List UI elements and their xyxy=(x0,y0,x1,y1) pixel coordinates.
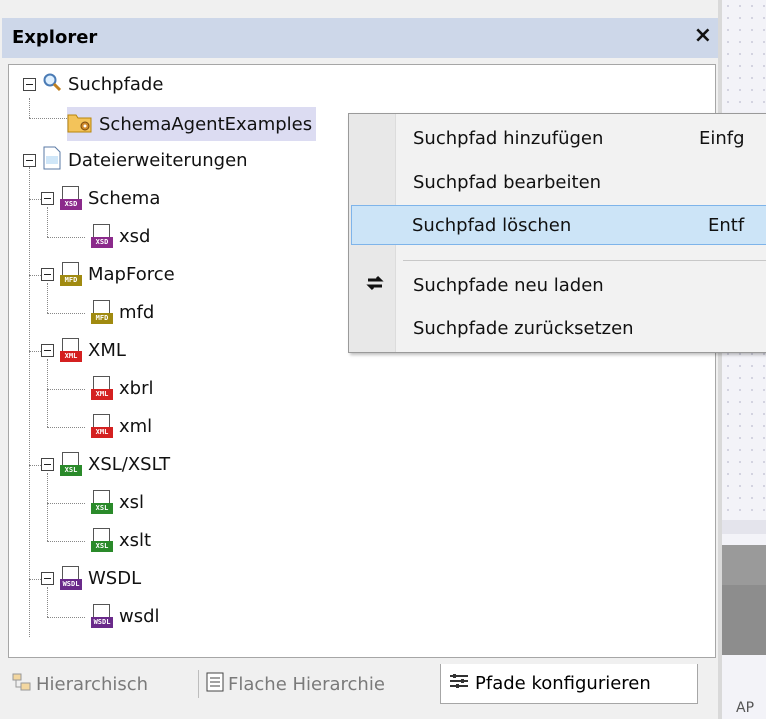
editor-band-dark xyxy=(722,545,766,585)
tree-node-file-extensions[interactable]: Dateierweiterungen xyxy=(23,145,248,175)
explorer-panel: Explorer × Suchpfade SchemaAgentExamples… xyxy=(0,0,722,719)
xml-file-icon: XML xyxy=(60,338,82,362)
tree-node-xbrl[interactable]: XML xbrl xyxy=(91,373,153,403)
menu-separator xyxy=(403,260,766,261)
collapse-toggle[interactable] xyxy=(41,457,54,471)
tree-node-xml[interactable]: XML xml xyxy=(91,411,152,441)
menu-item-reset-paths[interactable]: Suchpfade zurücksetzen xyxy=(351,308,766,348)
tab-configure-paths[interactable]: Pfade konfigurieren xyxy=(440,664,698,704)
collapse-toggle[interactable] xyxy=(41,267,54,281)
mfd-file-icon: MFD xyxy=(91,300,113,324)
editor-band-darker xyxy=(722,585,766,655)
collapse-toggle[interactable] xyxy=(23,153,36,167)
explorer-tabs: Hierarchisch Flache Hierarchie Pfade kon… xyxy=(8,664,714,704)
tab-flat-hierarchy[interactable]: Flache Hierarchie xyxy=(206,664,434,704)
wsdl-file-icon: WSDL xyxy=(60,566,82,590)
tree-node-schema[interactable]: XSD Schema xyxy=(41,183,160,213)
settings-sliders-icon xyxy=(449,673,469,694)
editor-band xyxy=(722,520,766,534)
wsdl-file-icon: WSDL xyxy=(91,604,113,628)
mfd-file-icon: MFD xyxy=(60,262,82,286)
xml-file-icon: XML xyxy=(91,376,113,400)
tree-node-schema-agent-examples[interactable]: SchemaAgentExamples xyxy=(67,107,317,141)
collapse-toggle[interactable] xyxy=(41,343,54,357)
tab-separator xyxy=(198,670,199,698)
reload-icon xyxy=(365,273,385,297)
xsl-file-icon: XSL xyxy=(91,490,113,514)
xsl-file-icon: XSL xyxy=(91,528,113,552)
menu-item-delete-path[interactable]: Suchpfad löschen Entf xyxy=(351,205,766,245)
tree-node-xsl-group[interactable]: XSL XSL/XSLT xyxy=(41,449,170,479)
folder-gear-icon xyxy=(67,111,93,138)
list-icon xyxy=(206,672,224,697)
tree-node-wsdl[interactable]: WSDL wsdl xyxy=(91,601,160,631)
collapse-toggle[interactable] xyxy=(41,191,54,205)
xsd-file-icon: XSD xyxy=(60,186,82,210)
explorer-title: Explorer xyxy=(12,27,98,48)
editor-tab-label[interactable]: AP xyxy=(736,700,754,716)
menu-item-edit-path[interactable]: Suchpfad bearbeiten xyxy=(351,162,766,202)
tree-node-xsd[interactable]: XSD xsd xyxy=(91,221,150,251)
collapse-toggle[interactable] xyxy=(23,77,36,91)
tree-node-xsl[interactable]: XSL xsl xyxy=(91,487,144,517)
menu-item-reload-paths[interactable]: Suchpfade neu laden xyxy=(351,265,766,305)
tree-node-wsdl-group[interactable]: WSDL WSDL xyxy=(41,563,141,593)
explorer-titlebar: Explorer × xyxy=(2,18,720,58)
close-icon[interactable]: × xyxy=(694,23,712,48)
tree-node-mapforce[interactable]: MFD MapForce xyxy=(41,259,175,289)
xml-file-icon: XML xyxy=(91,414,113,438)
tree-node-search-paths[interactable]: Suchpfade xyxy=(23,69,163,99)
editor-area: AP xyxy=(722,0,766,719)
menu-item-add-path[interactable]: Suchpfad hinzufügen Einfg xyxy=(351,118,766,158)
document-icon xyxy=(42,146,62,175)
tree-node-xslt[interactable]: XSL xslt xyxy=(91,525,151,555)
tree-node-xml-group[interactable]: XML XML xyxy=(41,335,126,365)
hierarchy-icon xyxy=(12,673,32,696)
tree-node-mfd[interactable]: MFD mfd xyxy=(91,297,154,327)
xsd-file-icon: XSD xyxy=(91,224,113,248)
collapse-toggle[interactable] xyxy=(41,571,54,585)
tab-hierarchical[interactable]: Hierarchisch xyxy=(12,664,192,704)
xsl-file-icon: XSL xyxy=(60,452,82,476)
search-icon xyxy=(42,72,62,97)
context-menu: Suchpfad hinzufügen Einfg Suchpfad bearb… xyxy=(348,113,766,353)
